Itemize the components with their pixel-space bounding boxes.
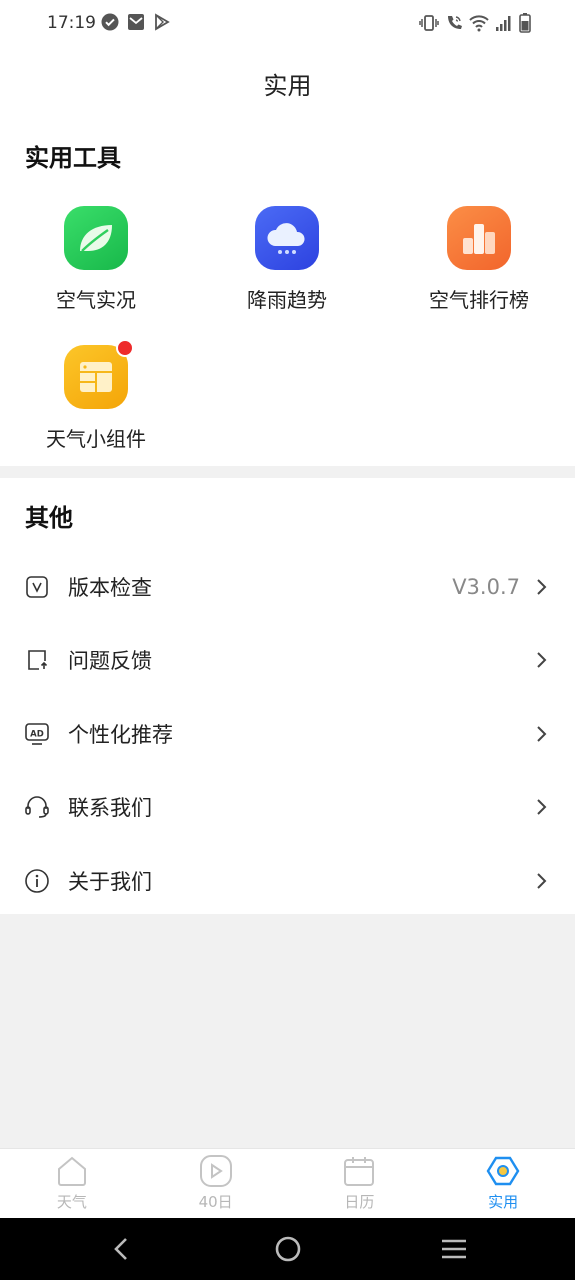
list-item-label: 版本检查 <box>68 575 152 600</box>
version-icon <box>24 574 50 600</box>
signal-icon <box>496 16 511 31</box>
status-system-icons <box>419 13 531 33</box>
calendar-icon <box>344 1157 375 1186</box>
headset-icon <box>24 794 50 820</box>
chevron-right-icon <box>537 799 547 815</box>
tab-label: 天气 <box>56 1193 87 1211</box>
play-icon <box>199 1155 232 1187</box>
page-title: 实用 <box>263 71 312 100</box>
feedback-icon <box>24 647 50 673</box>
tab-label: 日历 <box>344 1193 375 1211</box>
wifi-call-icon <box>448 16 462 29</box>
ad-icon: AD <box>24 721 50 747</box>
list-item-contact-us[interactable]: 联系我们 <box>0 771 575 845</box>
tools-hexagon-icon <box>486 1156 520 1186</box>
bottom-tab-bar: 天气 40日 日历 实用 <box>0 1148 575 1218</box>
tool-rain-trend[interactable]: 降雨趋势 <box>212 206 362 313</box>
tool-weather-widget[interactable]: 天气小组件 <box>21 339 171 452</box>
tools-section: 实用工具 空气实况 降雨趋势 空气排行榜 天气小组件 <box>0 118 575 466</box>
section-divider <box>0 466 575 478</box>
title-bar: 实用 <box>0 48 575 118</box>
status-time: 17:19 <box>47 13 96 33</box>
list-item-personalized-recommendation[interactable]: AD 个性化推荐 <box>0 697 575 771</box>
vibrate-icon <box>419 15 439 31</box>
chevron-right-icon <box>537 652 547 668</box>
list-item-about-us[interactable]: 关于我们 <box>0 844 575 918</box>
chevron-right-icon <box>537 873 547 889</box>
tab-weather[interactable]: 天气 <box>0 1149 144 1218</box>
tab-tools[interactable]: 实用 <box>431 1149 575 1218</box>
notification-badge <box>116 339 134 357</box>
tool-label: 降雨趋势 <box>247 288 327 312</box>
check-circle-icon <box>101 13 119 31</box>
list-item-label: 个性化推荐 <box>68 722 173 747</box>
home-button-icon[interactable] <box>274 1235 302 1263</box>
chevron-right-icon <box>537 579 547 595</box>
back-icon[interactable] <box>110 1235 134 1263</box>
status-notifications <box>101 13 171 31</box>
tool-label: 空气排行榜 <box>429 288 529 312</box>
list-item-label: 问题反馈 <box>68 649 152 674</box>
list-item-label: 关于我们 <box>68 869 152 894</box>
recent-apps-icon[interactable] <box>440 1237 468 1261</box>
tab-calendar[interactable]: 日历 <box>288 1149 432 1218</box>
info-icon <box>24 868 50 894</box>
play-store-icon <box>155 13 170 31</box>
leaf-icon <box>64 206 128 270</box>
ranking-icon <box>447 206 511 270</box>
other-list: 版本检查 V3.0.7 问题反馈 AD 个性化推荐 联系我们 关于我们 <box>0 550 575 918</box>
app-content: 实用 实用工具 空气实况 降雨趋势 空气排行榜 天气小组件 其他 版本检查 V3… <box>0 48 575 914</box>
home-icon <box>57 1156 86 1186</box>
list-item-version-check[interactable]: 版本检查 V3.0.7 <box>0 550 575 624</box>
battery-icon <box>519 13 531 33</box>
wifi-icon <box>469 15 489 32</box>
tab-label: 实用 <box>488 1193 519 1211</box>
tool-label: 天气小组件 <box>46 427 146 451</box>
list-item-feedback[interactable]: 问题反馈 <box>0 624 575 698</box>
chevron-right-icon <box>537 726 547 742</box>
list-item-label: 联系我们 <box>68 796 152 821</box>
version-value: V3.0.7 <box>452 574 520 599</box>
other-section-title: 其他 <box>25 504 73 532</box>
tool-air-quality[interactable]: 空气实况 <box>21 206 171 313</box>
tools-section-title: 实用工具 <box>25 144 121 172</box>
tool-air-ranking[interactable]: 空气排行榜 <box>404 206 554 313</box>
tab-40-day[interactable]: 40日 <box>144 1149 288 1218</box>
tab-label: 40日 <box>198 1193 233 1211</box>
widget-icon <box>64 339 134 409</box>
other-section: 其他 版本检查 V3.0.7 问题反馈 AD 个性化推荐 联系我们 关于我们 <box>0 478 575 914</box>
rain-cloud-icon <box>255 206 319 270</box>
mail-icon <box>128 14 144 30</box>
status-bar: 17:19 <box>0 0 575 48</box>
system-nav-bar <box>0 1218 575 1280</box>
svg-text:AD: AD <box>30 729 44 739</box>
tool-label: 空气实况 <box>56 288 136 312</box>
